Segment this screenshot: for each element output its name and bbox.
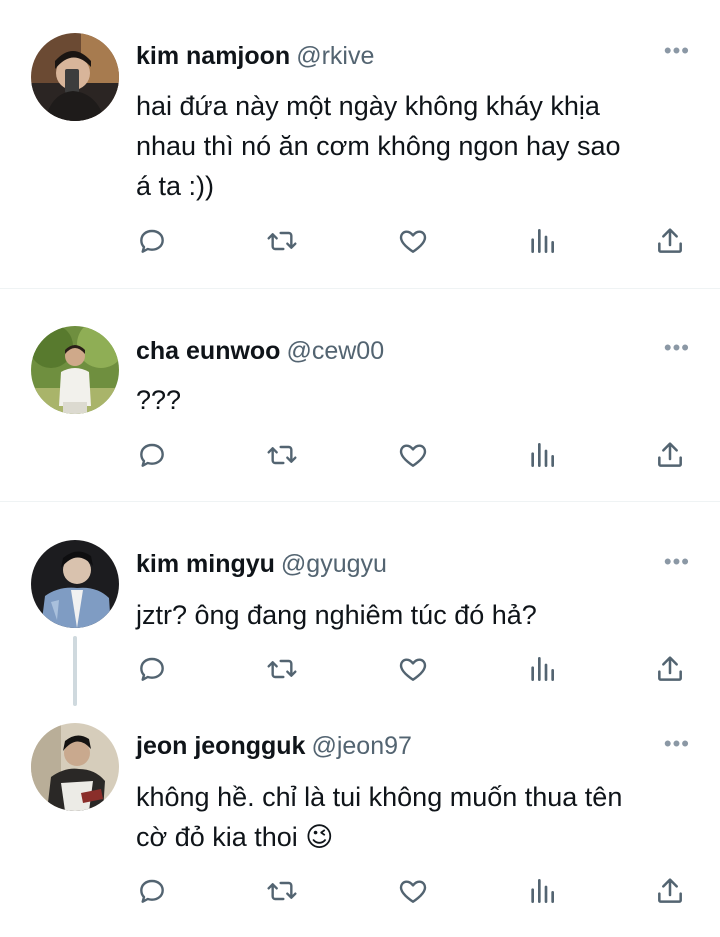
share-icon[interactable]	[654, 225, 688, 259]
tweet-text-line: hai đứa này một ngày không kháy khịa	[136, 91, 600, 121]
tweet-header: cha eunwoo @cew00	[136, 335, 384, 367]
more-dots-icon[interactable]: •••	[664, 733, 690, 755]
user-handle[interactable]: @cew00	[286, 337, 384, 365]
tweet-text: hai đứa này một ngày không kháy khịa nha…	[136, 86, 696, 206]
avatar[interactable]	[31, 33, 119, 121]
avatar-image	[31, 540, 119, 628]
tweet-actions	[136, 225, 688, 259]
retweet-icon[interactable]	[266, 225, 300, 259]
heart-icon[interactable]	[397, 439, 431, 473]
avatar-image	[31, 723, 119, 811]
user-handle[interactable]: @jeon97	[311, 732, 411, 760]
display-name[interactable]: cha eunwoo	[136, 337, 280, 365]
views-icon[interactable]	[526, 225, 560, 259]
user-handle[interactable]: @gyugyu	[281, 550, 387, 578]
tweet-1[interactable]: kim namjoon @rkive ••• hai đứa này một ng…	[0, 0, 720, 288]
tweet-actions	[136, 653, 688, 687]
heart-icon[interactable]	[397, 225, 431, 259]
heart-icon[interactable]	[397, 875, 431, 909]
tweet-actions	[136, 875, 688, 909]
share-icon[interactable]	[654, 653, 688, 687]
avatar[interactable]	[31, 540, 119, 628]
tweet-text-line: á ta :))	[136, 171, 215, 201]
tweet-actions	[136, 439, 688, 473]
retweet-icon[interactable]	[266, 875, 300, 909]
avatar[interactable]	[31, 326, 119, 414]
tweet-header: kim namjoon @rkive	[136, 40, 374, 72]
share-icon[interactable]	[654, 439, 688, 473]
display-name[interactable]: jeon jeongguk	[136, 732, 305, 760]
more-dots-icon[interactable]: •••	[664, 551, 690, 573]
tweet-text-line: ???	[136, 385, 182, 415]
more-dots-icon[interactable]: •••	[664, 40, 690, 62]
tweet-text-line: nhau thì nó ăn cơm không ngon hay sao	[136, 131, 621, 161]
reply-icon[interactable]	[136, 225, 170, 259]
heart-icon[interactable]	[397, 653, 431, 687]
more-dots-icon[interactable]: •••	[664, 337, 690, 359]
avatar-image	[31, 33, 119, 121]
views-icon[interactable]	[526, 439, 560, 473]
tweet-header: kim mingyu @gyugyu	[136, 548, 387, 580]
views-icon[interactable]	[526, 653, 560, 687]
retweet-icon[interactable]	[266, 439, 300, 473]
tweet-text-line: không hề. chỉ là tui không muốn thua tên	[136, 782, 623, 812]
tweet-3[interactable]: kim mingyu @gyugyu ••• jztr? ông đang ngh…	[0, 502, 720, 716]
tweet-header: jeon jeongguk @jeon97	[136, 730, 412, 762]
tweet-text: không hề. chỉ là tui không muốn thua tên…	[136, 777, 696, 857]
tweet-4[interactable]: jeon jeongguk @jeon97 ••• không hề. chỉ l…	[0, 716, 720, 937]
reply-icon[interactable]	[136, 653, 170, 687]
display-name[interactable]: kim mingyu	[136, 550, 275, 578]
avatar-image	[31, 326, 119, 414]
avatar[interactable]	[31, 723, 119, 811]
tweet-2[interactable]: cha eunwoo @cew00 ••• ???	[0, 289, 720, 501]
reply-icon[interactable]	[136, 875, 170, 909]
share-icon[interactable]	[654, 875, 688, 909]
thread-line	[73, 636, 77, 706]
display-name[interactable]: kim namjoon	[136, 42, 290, 70]
user-handle[interactable]: @rkive	[296, 42, 374, 70]
views-icon[interactable]	[526, 875, 560, 909]
tweet-text-line: cờ đỏ kia thoi 😉	[136, 822, 334, 852]
tweet-text: jztr? ông đang nghiêm túc đó hả?	[136, 595, 696, 635]
tweet-text-line: jztr? ông đang nghiêm túc đó hả?	[136, 600, 537, 630]
reply-icon[interactable]	[136, 439, 170, 473]
retweet-icon[interactable]	[266, 653, 300, 687]
tweet-text: ???	[136, 380, 696, 420]
